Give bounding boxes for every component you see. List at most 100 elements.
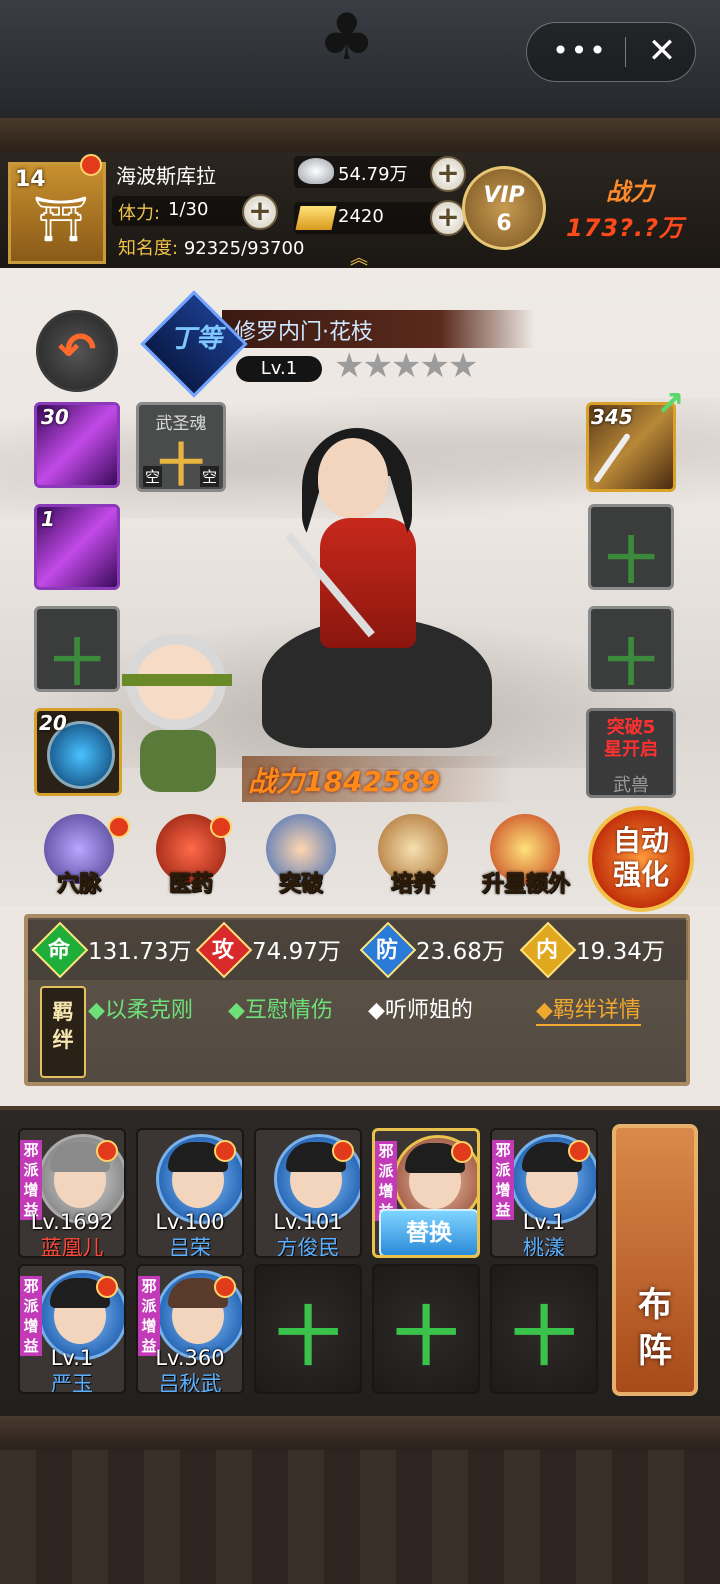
hero-figure — [262, 428, 492, 748]
martial-soul-slot[interactable]: 武圣魂 十 空 空 — [136, 402, 226, 492]
empty-roster-slot[interactable]: 十 — [490, 1264, 598, 1394]
formation-label: 布阵 — [638, 1285, 672, 1371]
action-cultivate[interactable]: 培养 — [370, 814, 456, 904]
action-label: 穴脉 — [56, 872, 101, 898]
weapon-level: 345 — [591, 405, 633, 429]
member-name: 严玉 — [51, 1372, 93, 1394]
bond-item-2[interactable]: ◆互慰情伤 — [228, 992, 333, 1024]
action-star-up[interactable]: 升星额外 — [478, 814, 574, 904]
player-avatar[interactable]: 14 ⛩ — [8, 162, 106, 264]
bond-tag: 羁绊 — [40, 986, 86, 1078]
attack-icon-text: 攻 — [211, 938, 234, 963]
guide-headband — [122, 674, 232, 686]
plus-icon: 十 — [606, 532, 656, 590]
hero-head — [318, 438, 388, 518]
member-level: Lv.1 — [522, 1210, 566, 1234]
hero-title-bar: 修罗内门·花枝 — [222, 310, 534, 348]
roster-card[interactable]: 邪派增益 Lv.1692 蓝凰儿 — [18, 1128, 126, 1258]
faction-tag: 邪派增益 — [20, 1140, 42, 1220]
fame-label: 知名度: — [118, 238, 179, 259]
plus-icon: 十 — [606, 634, 656, 692]
notify-dot — [568, 1140, 590, 1162]
attack-value: 74.97万 — [252, 939, 341, 965]
member-level: Lv.1 — [50, 1346, 94, 1370]
defense-value: 23.68万 — [416, 939, 505, 965]
roster-card[interactable]: Lv.100 吕荣 — [136, 1128, 244, 1258]
skill-1-level: 30 — [41, 405, 69, 429]
roster-card[interactable]: Lv.101 方俊民 — [254, 1128, 362, 1258]
stat-internal: 内 19.34万 — [519, 921, 682, 979]
bond-detail-link[interactable]: ◆羁绊详情 — [536, 992, 641, 1026]
hero-level: Lv.1 — [236, 356, 322, 382]
roster-card[interactable]: 邪派增益 Lv.1 桃漾 — [490, 1128, 598, 1258]
capsule-divider — [625, 37, 626, 67]
cloud-ornament-icon: ♣ — [318, 1, 376, 75]
bond-tag-text: 羁绊 — [52, 1000, 74, 1052]
add-stamina-button[interactable]: + — [242, 194, 278, 230]
pagoda-icon: ⛩ — [33, 194, 89, 245]
fame-value: 92325/93700 — [183, 238, 305, 259]
empty-roster-slot[interactable]: 十 — [372, 1264, 480, 1394]
hero-power: 战力1842589 — [248, 765, 441, 798]
faction-tag: 邪派增益 — [20, 1276, 42, 1356]
roster-card[interactable]: 邪派增益 Lv.360 吕秋武 — [136, 1264, 244, 1394]
vip-label: VIP — [483, 183, 525, 208]
empty-slot-left[interactable]: 十 — [34, 606, 120, 692]
notify-dot — [96, 1140, 118, 1162]
notify-dot — [451, 1141, 473, 1163]
wooden-floor — [0, 1416, 720, 1584]
orb-level: 20 — [39, 711, 67, 735]
beast-lock-text: 突破5 星开启 — [604, 717, 658, 760]
stat-defense: 防 23.68万 — [359, 921, 522, 979]
formation-button[interactable]: 布阵 — [612, 1124, 698, 1396]
miniapp-capsule: ••• ✕ — [526, 22, 696, 82]
star-rating: ★★★★★ — [334, 346, 478, 386]
action-label: 突破 — [278, 872, 323, 898]
orb-slot[interactable]: 20 — [34, 708, 122, 796]
empty-slot-right-2[interactable]: 十 — [588, 606, 674, 692]
guide-body — [140, 730, 216, 792]
close-icon[interactable]: ✕ — [639, 29, 685, 73]
member-name: 桃漾 — [523, 1236, 565, 1258]
avatar-notify-dot — [80, 154, 102, 176]
faction-tag: 邪派增益 — [492, 1140, 514, 1220]
hero-title: 修罗内门·花枝 — [234, 320, 373, 345]
sword-icon — [592, 432, 632, 484]
bond-item-1[interactable]: ◆以柔克刚 — [88, 992, 193, 1024]
notify-dot — [332, 1140, 354, 1162]
faction-tag: 邪派增益 — [138, 1276, 160, 1356]
silver-box: 54.79万 — [294, 156, 444, 188]
vip-badge[interactable]: VIP 6 — [462, 166, 546, 250]
action-label: 培养 — [390, 872, 435, 898]
skill-slot-2[interactable]: 1 — [34, 504, 120, 590]
add-gold-button[interactable]: + — [430, 200, 466, 236]
power-label: 战力 — [606, 178, 654, 206]
upgrade-arrow-icon: ↗ — [656, 384, 685, 424]
more-options-icon[interactable]: ••• — [545, 31, 615, 71]
plus-icon: 十 — [394, 1301, 458, 1375]
member-name: 蓝凰儿 — [40, 1236, 104, 1258]
roster-card[interactable]: 邪派增益 Lv.1 严玉 — [18, 1264, 126, 1394]
empty-slot-right-1[interactable]: 十 — [588, 504, 674, 590]
stamina-value: 1/30 — [168, 199, 209, 220]
gold-ingot-icon — [295, 206, 337, 230]
player-name: 海波斯库拉 — [116, 164, 216, 188]
action-breakthrough[interactable]: 突破 — [258, 814, 344, 904]
plus-icon: 十 — [52, 634, 102, 692]
back-arrow-icon[interactable]: ↶ — [36, 310, 118, 392]
stat-attack: 攻 74.97万 — [195, 921, 358, 979]
skill-slot-1[interactable]: 30 — [34, 402, 120, 488]
expand-chevron-icon[interactable]: ︽ — [350, 244, 368, 270]
roster-card-selected[interactable]: 邪派增益 替换 — [372, 1128, 480, 1258]
roof-beam — [0, 118, 720, 152]
auto-strengthen-button[interactable]: 自动 强化 — [588, 806, 694, 912]
beast-slot[interactable]: 突破5 星开启 武兽 — [586, 708, 676, 798]
internal-icon-text: 内 — [535, 938, 558, 963]
empty-roster-slot[interactable]: 十 — [254, 1264, 362, 1394]
notify-dot — [96, 1276, 118, 1298]
bond-item-3[interactable]: ◆听师姐的 — [368, 992, 473, 1024]
internal-value: 19.34万 — [576, 939, 665, 965]
soul-empty-b: 空 — [199, 466, 219, 487]
add-silver-button[interactable]: + — [430, 156, 466, 192]
swap-button[interactable]: 替换 — [379, 1209, 477, 1255]
